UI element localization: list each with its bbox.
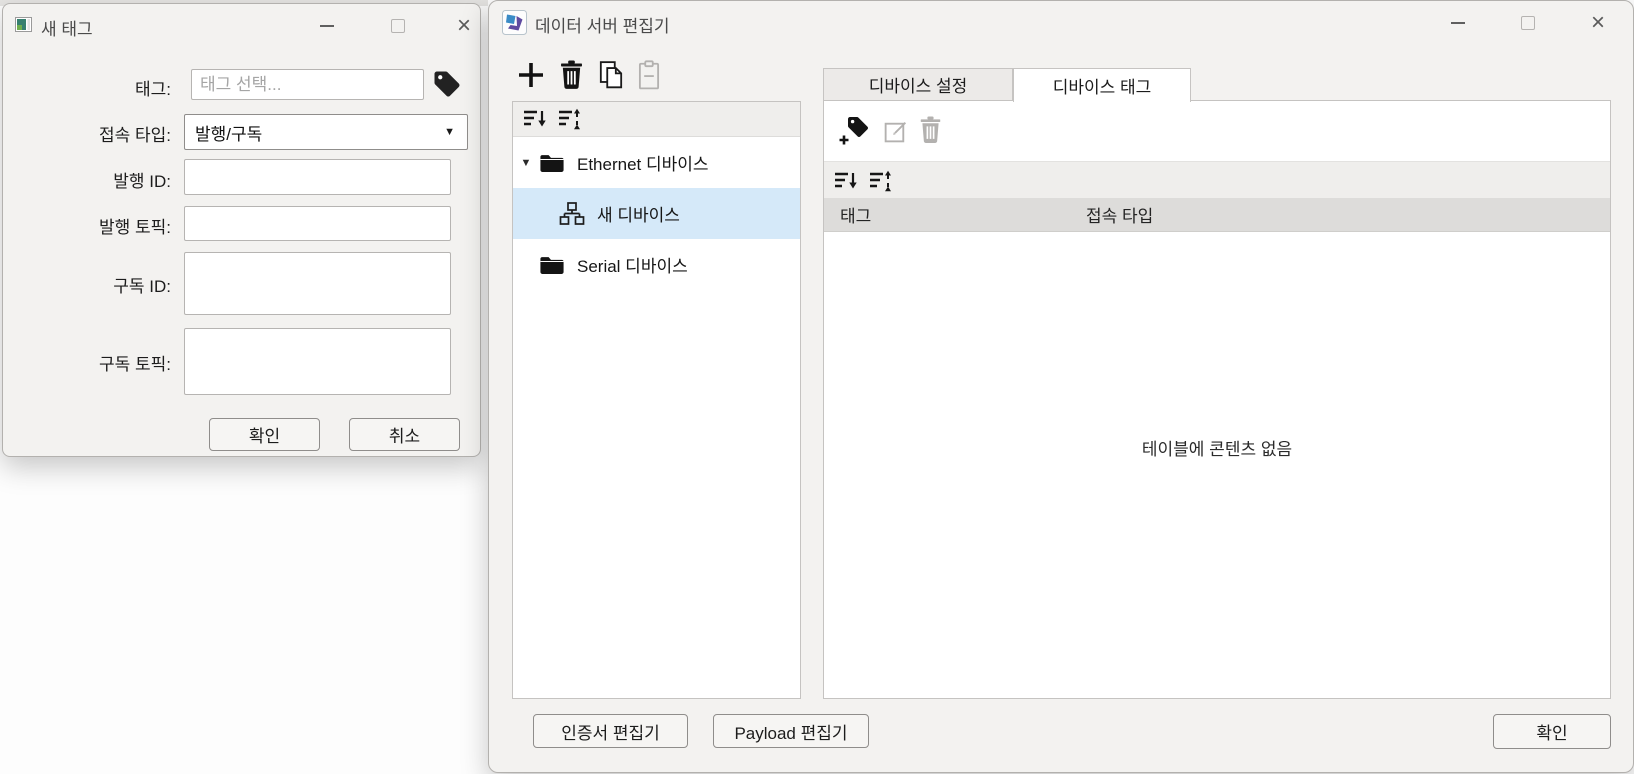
- folder-icon: [539, 255, 565, 275]
- copy-icon: [597, 60, 625, 90]
- tree-sort-bar: [513, 102, 800, 137]
- column-header-tag[interactable]: 태그: [824, 202, 1086, 227]
- maximize-icon[interactable]: [1513, 8, 1543, 38]
- sort-ascending-descending-icon[interactable]: [557, 107, 583, 131]
- tag-picker-button[interactable]: [431, 68, 463, 100]
- new-tag-window-icon: [15, 17, 32, 32]
- pub-topic-input[interactable]: [184, 206, 451, 241]
- tree-expand-arrow-icon[interactable]: ▼: [513, 157, 539, 169]
- pub-topic-label: 발행 토픽:: [3, 213, 171, 238]
- pub-id-label: 발행 ID:: [3, 167, 171, 192]
- tag-select-input[interactable]: [191, 69, 424, 100]
- sort-ascending-descending-icon[interactable]: [868, 169, 894, 193]
- new-tag-title: 새 태그: [41, 15, 93, 40]
- tree-item-label: 새 디바이스: [597, 201, 680, 226]
- device-tree-panel: ▼ Ethernet 디바이스 새 디바이스: [512, 101, 801, 699]
- delete-tag-button[interactable]: [916, 114, 944, 146]
- certificate-editor-button[interactable]: 인증서 편집기: [533, 714, 688, 748]
- tab-label: 디바이스 설정: [869, 72, 968, 97]
- network-device-icon: [559, 202, 585, 226]
- tag-table-header: 태그 접속 타입: [824, 198, 1610, 232]
- data-server-editor-window: 데이터 서버 편집기 ×: [488, 0, 1634, 773]
- sub-topic-label: 구독 토픽:: [3, 350, 171, 375]
- minimize-icon[interactable]: [312, 11, 342, 41]
- tag-add-icon: [838, 113, 872, 147]
- edit-tag-button[interactable]: [880, 116, 910, 146]
- table-empty-message: 테이블에 콘텐츠 없음: [824, 435, 1610, 460]
- close-icon[interactable]: ×: [1583, 8, 1613, 38]
- folder-icon: [539, 153, 565, 173]
- paste-device-button[interactable]: [633, 59, 665, 91]
- device-tags-panel: 태그 접속 타입 테이블에 콘텐츠 없음: [823, 100, 1611, 699]
- cancel-button[interactable]: 취소: [349, 418, 460, 451]
- sub-topic-input[interactable]: [184, 328, 451, 395]
- tag-field-label: 태그:: [3, 75, 171, 100]
- tag-table-sort-bar: [824, 161, 1610, 200]
- server-editor-window-icon: [502, 10, 527, 35]
- minimize-icon[interactable]: [1443, 8, 1473, 38]
- paste-icon: [636, 60, 662, 90]
- new-tag-titlebar[interactable]: 새 태그 ×: [3, 4, 480, 46]
- chevron-down-icon: ▼: [444, 126, 455, 138]
- ok-button[interactable]: 확인: [1493, 714, 1611, 749]
- edit-icon: [882, 118, 909, 145]
- tab-device-tags[interactable]: 디바이스 태그: [1013, 68, 1191, 102]
- tree-item-label: Serial 디바이스: [577, 252, 688, 277]
- conn-type-value: 발행/구독: [195, 120, 262, 145]
- ok-button[interactable]: 확인: [209, 418, 320, 451]
- delete-device-button[interactable]: [555, 59, 587, 91]
- conn-type-label: 접속 타입:: [3, 121, 171, 146]
- sort-descending-icon[interactable]: [833, 169, 859, 193]
- copy-device-button[interactable]: [595, 59, 627, 91]
- sub-id-label: 구독 ID:: [3, 272, 171, 297]
- sub-id-input[interactable]: [184, 252, 451, 315]
- new-tag-dialog: 새 태그 × 태그: 접속 타입: 발행 ID: 발행 토픽: 구독 ID: 구…: [2, 3, 481, 457]
- add-device-button[interactable]: [515, 59, 547, 91]
- plus-icon: [516, 60, 546, 90]
- tab-label: 디바이스 태그: [1053, 73, 1152, 98]
- pub-id-input[interactable]: [184, 159, 451, 195]
- server-editor-title: 데이터 서버 편집기: [535, 12, 670, 37]
- trash-icon: [918, 116, 943, 144]
- conn-type-select[interactable]: 발행/구독 ▼: [184, 114, 468, 150]
- tree-item-serial-devices[interactable]: Serial 디바이스: [513, 239, 800, 290]
- tab-device-settings[interactable]: 디바이스 설정: [823, 68, 1013, 101]
- maximize-icon[interactable]: [383, 11, 413, 41]
- column-header-conn-type[interactable]: 접속 타입: [1086, 202, 1153, 227]
- sort-descending-icon[interactable]: [522, 107, 548, 131]
- tree-item-ethernet-devices[interactable]: ▼ Ethernet 디바이스: [513, 137, 800, 188]
- tree-item-label: Ethernet 디바이스: [577, 150, 709, 175]
- close-icon[interactable]: ×: [449, 11, 479, 41]
- add-tag-button[interactable]: [838, 113, 872, 147]
- trash-icon: [558, 60, 585, 90]
- payload-editor-button[interactable]: Payload 편집기: [713, 714, 869, 748]
- server-editor-titlebar[interactable]: 데이터 서버 편집기 ×: [489, 1, 1633, 43]
- tree-item-new-device[interactable]: 새 디바이스: [513, 188, 800, 239]
- tag-icon: [432, 69, 462, 99]
